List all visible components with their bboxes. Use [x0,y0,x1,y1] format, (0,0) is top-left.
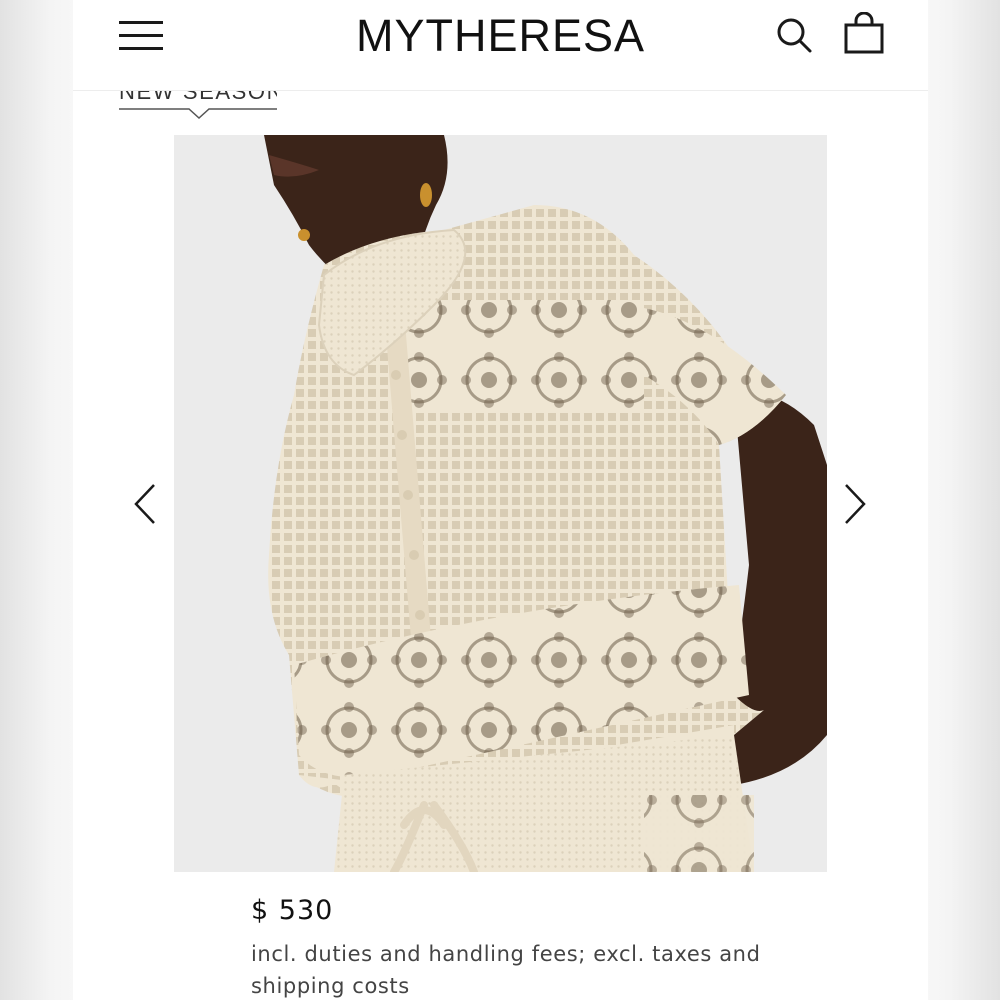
search-icon[interactable] [775,16,813,54]
chevron-right-icon[interactable] [843,483,867,525]
product-price: $ 530 [251,895,334,926]
shopping-bag-icon[interactable] [843,12,885,54]
chevron-left-icon[interactable] [133,483,157,525]
crochet-shirt-photo [174,135,827,872]
site-header: MYTHERESA [73,0,928,91]
product-page: MYTHERESA NEW SEASON $ 530 incl. duties … [73,0,928,1000]
product-image[interactable] [174,135,827,872]
price-disclaimer: incl. duties and handling fees; excl. ta… [251,942,761,998]
